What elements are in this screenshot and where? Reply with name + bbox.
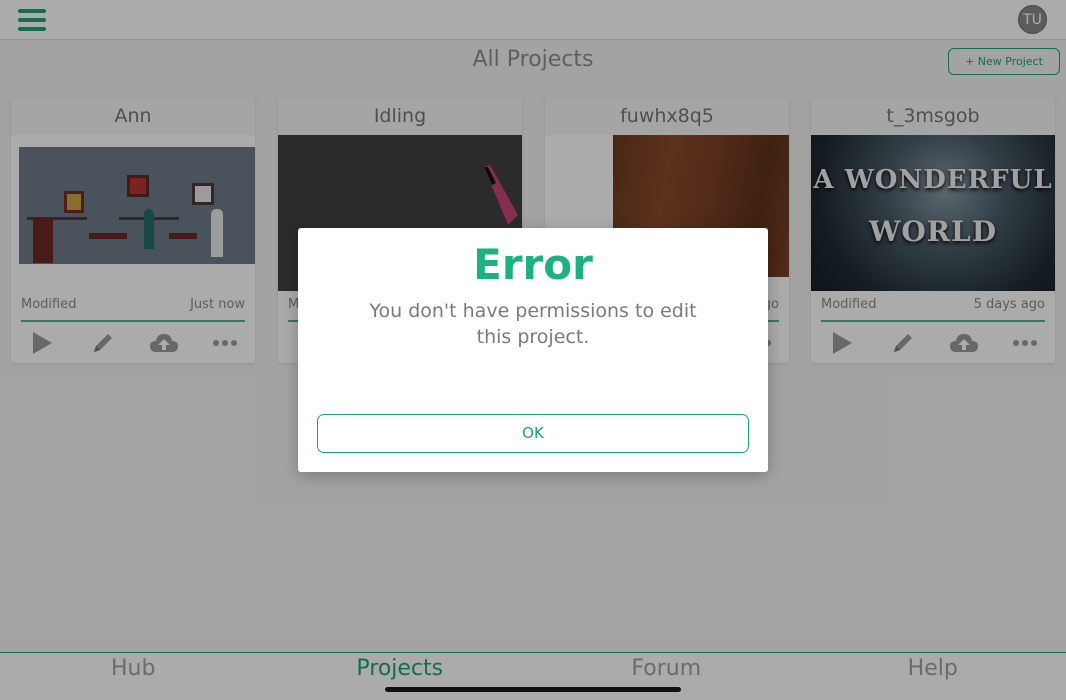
ok-button[interactable]: OK	[317, 414, 749, 453]
error-dialog: Error You don't have permissions to edit…	[298, 228, 768, 472]
dialog-title: Error	[473, 240, 593, 289]
dialog-message: You don't have permissions to edit this …	[369, 300, 697, 348]
home-indicator	[385, 687, 681, 692]
